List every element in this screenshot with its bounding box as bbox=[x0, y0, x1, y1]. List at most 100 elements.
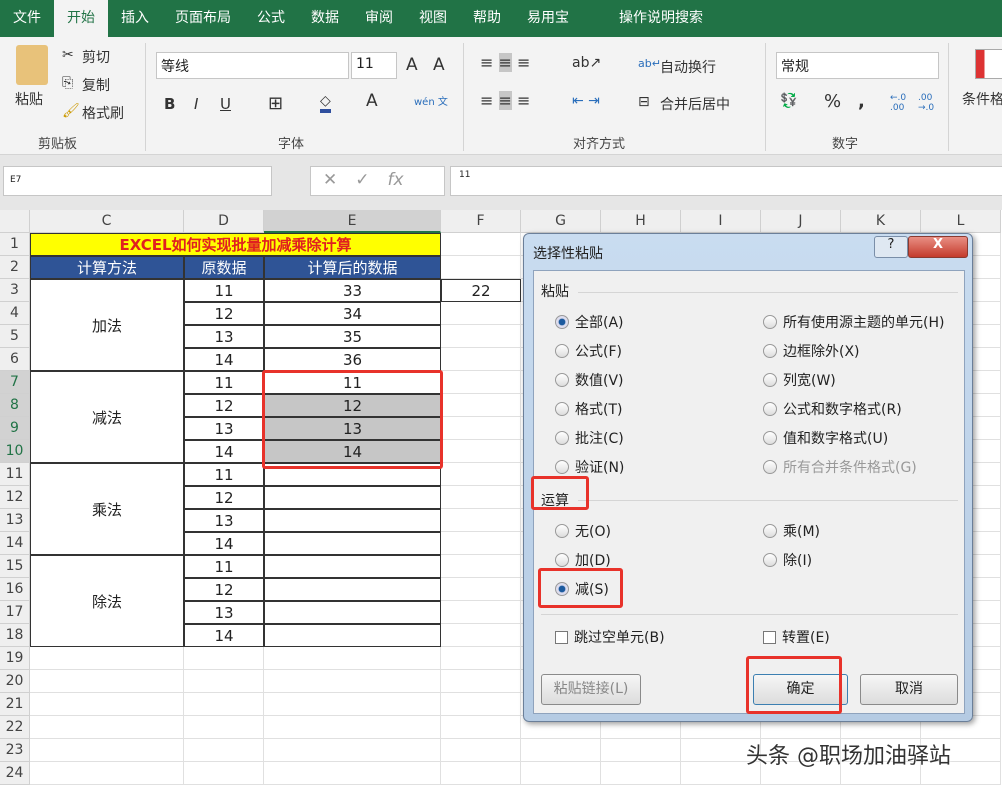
row-header[interactable]: 21 bbox=[0, 693, 30, 716]
cell-f3[interactable]: 22 bbox=[441, 279, 521, 302]
paste-link-button[interactable]: 粘贴链接(L) bbox=[541, 674, 641, 705]
cell[interactable] bbox=[264, 716, 441, 739]
original-value-cell[interactable]: 13 bbox=[184, 325, 264, 348]
row-header[interactable]: 7 bbox=[0, 371, 30, 394]
cell[interactable] bbox=[441, 739, 521, 762]
increase-font-icon[interactable]: A bbox=[406, 55, 418, 75]
name-box[interactable]: E7 bbox=[3, 166, 272, 196]
row-header[interactable]: 20 bbox=[0, 670, 30, 693]
copy-button[interactable]: 复制 bbox=[82, 75, 110, 95]
radio-option[interactable]: 边框除外(X) bbox=[763, 341, 860, 361]
cell[interactable] bbox=[601, 739, 681, 762]
ribbon-tab[interactable]: 公式 bbox=[244, 0, 298, 37]
increase-decimal-button[interactable]: ←.0 .00 bbox=[890, 93, 910, 113]
fill-color-icon[interactable]: ◇ bbox=[320, 93, 331, 113]
cell[interactable] bbox=[264, 647, 441, 670]
number-format-select[interactable]: 常规 bbox=[776, 52, 939, 79]
column-header[interactable]: K bbox=[841, 210, 921, 233]
result-cell[interactable] bbox=[264, 486, 441, 509]
paste-button[interactable]: 粘贴 bbox=[15, 89, 43, 109]
original-value-cell[interactable]: 14 bbox=[184, 532, 264, 555]
original-value-cell[interactable]: 11 bbox=[184, 279, 264, 302]
result-cell[interactable] bbox=[264, 578, 441, 601]
cell[interactable] bbox=[30, 762, 184, 785]
method-cell[interactable]: 减法 bbox=[30, 371, 184, 463]
original-value-cell[interactable]: 12 bbox=[184, 302, 264, 325]
decrease-font-icon[interactable]: A bbox=[433, 55, 445, 75]
cell[interactable] bbox=[30, 670, 184, 693]
column-header[interactable]: G bbox=[521, 210, 601, 233]
close-button[interactable]: X bbox=[908, 236, 968, 258]
radio-option[interactable]: 乘(M) bbox=[763, 521, 820, 541]
cell[interactable] bbox=[521, 739, 601, 762]
radio-option[interactable]: 无(O) bbox=[555, 521, 611, 541]
cell[interactable] bbox=[184, 693, 264, 716]
comma-button[interactable]: , bbox=[858, 91, 865, 112]
align-icons-horizontal[interactable]: ≡ ≡ ≡ bbox=[480, 91, 530, 110]
cell[interactable] bbox=[441, 716, 521, 739]
original-value-cell[interactable]: 14 bbox=[184, 624, 264, 647]
original-value-cell[interactable]: 11 bbox=[184, 555, 264, 578]
row-header[interactable]: 2 bbox=[0, 256, 30, 279]
cell[interactable] bbox=[441, 578, 521, 601]
column-header[interactable]: I bbox=[681, 210, 761, 233]
transpose-checkbox[interactable]: 转置(E) bbox=[763, 627, 830, 647]
result-cell[interactable]: 35 bbox=[264, 325, 441, 348]
italic-button[interactable]: I bbox=[194, 95, 198, 113]
cell[interactable] bbox=[441, 670, 521, 693]
row-header[interactable]: 23 bbox=[0, 739, 30, 762]
cell[interactable] bbox=[264, 670, 441, 693]
cell[interactable] bbox=[441, 693, 521, 716]
cell[interactable] bbox=[30, 647, 184, 670]
radio-option[interactable]: 全部(A) bbox=[555, 312, 624, 332]
ribbon-tab[interactable]: 页面布局 bbox=[162, 0, 244, 37]
result-cell[interactable] bbox=[264, 555, 441, 578]
result-cell[interactable]: 36 bbox=[264, 348, 441, 371]
row-header[interactable]: 14 bbox=[0, 532, 30, 555]
font-size-select[interactable]: 11 bbox=[351, 52, 397, 79]
radio-option[interactable]: 列宽(W) bbox=[763, 370, 836, 390]
fx-icon[interactable]: fx bbox=[388, 170, 404, 190]
original-value-cell[interactable]: 13 bbox=[184, 509, 264, 532]
percent-button[interactable]: % bbox=[824, 91, 841, 112]
row-header[interactable]: 17 bbox=[0, 601, 30, 624]
original-value-cell[interactable]: 12 bbox=[184, 394, 264, 417]
original-value-cell[interactable]: 11 bbox=[184, 371, 264, 394]
row-header[interactable]: 8 bbox=[0, 394, 30, 417]
cell[interactable] bbox=[264, 693, 441, 716]
conditional-format-button[interactable]: 条件格 bbox=[962, 89, 1002, 109]
radio-option[interactable]: 值和数字格式(U) bbox=[763, 428, 888, 448]
help-button[interactable]: ? bbox=[874, 236, 908, 258]
ribbon-tab[interactable]: 文件 bbox=[0, 0, 54, 37]
column-title[interactable]: 原数据 bbox=[184, 256, 264, 279]
column-header[interactable]: C bbox=[30, 210, 184, 233]
method-cell[interactable]: 乘法 bbox=[30, 463, 184, 555]
row-header[interactable]: 5 bbox=[0, 325, 30, 348]
result-cell[interactable] bbox=[264, 624, 441, 647]
radio-option[interactable]: 公式和数字格式(R) bbox=[763, 399, 902, 419]
row-header[interactable]: 10 bbox=[0, 440, 30, 463]
row-header[interactable]: 22 bbox=[0, 716, 30, 739]
cell[interactable] bbox=[30, 693, 184, 716]
sheet-title[interactable]: EXCEL如何实现批量加减乘除计算 bbox=[30, 233, 441, 256]
original-value-cell[interactable]: 13 bbox=[184, 601, 264, 624]
select-all-corner[interactable] bbox=[0, 210, 30, 233]
column-header[interactable]: D bbox=[184, 210, 264, 233]
radio-option[interactable]: 除(I) bbox=[763, 550, 812, 570]
cell[interactable] bbox=[441, 417, 521, 440]
bold-button[interactable]: B bbox=[164, 95, 175, 113]
ribbon-tab[interactable]: 开始 bbox=[54, 0, 108, 37]
cell[interactable] bbox=[521, 762, 601, 785]
original-value-cell[interactable]: 14 bbox=[184, 440, 264, 463]
cell[interactable] bbox=[264, 762, 441, 785]
font-color-icon[interactable]: A bbox=[366, 91, 378, 111]
cell[interactable] bbox=[30, 739, 184, 762]
cell[interactable] bbox=[184, 762, 264, 785]
original-value-cell[interactable]: 12 bbox=[184, 578, 264, 601]
formula-input[interactable]: 11 bbox=[450, 166, 1002, 196]
cell[interactable] bbox=[441, 371, 521, 394]
ribbon-tab[interactable]: 易用宝 bbox=[514, 0, 582, 37]
radio-option[interactable]: 所有使用源主题的单元(H) bbox=[763, 312, 944, 332]
ribbon-tab[interactable]: 操作说明搜索 bbox=[606, 0, 716, 37]
radio-option[interactable]: 格式(T) bbox=[555, 399, 622, 419]
